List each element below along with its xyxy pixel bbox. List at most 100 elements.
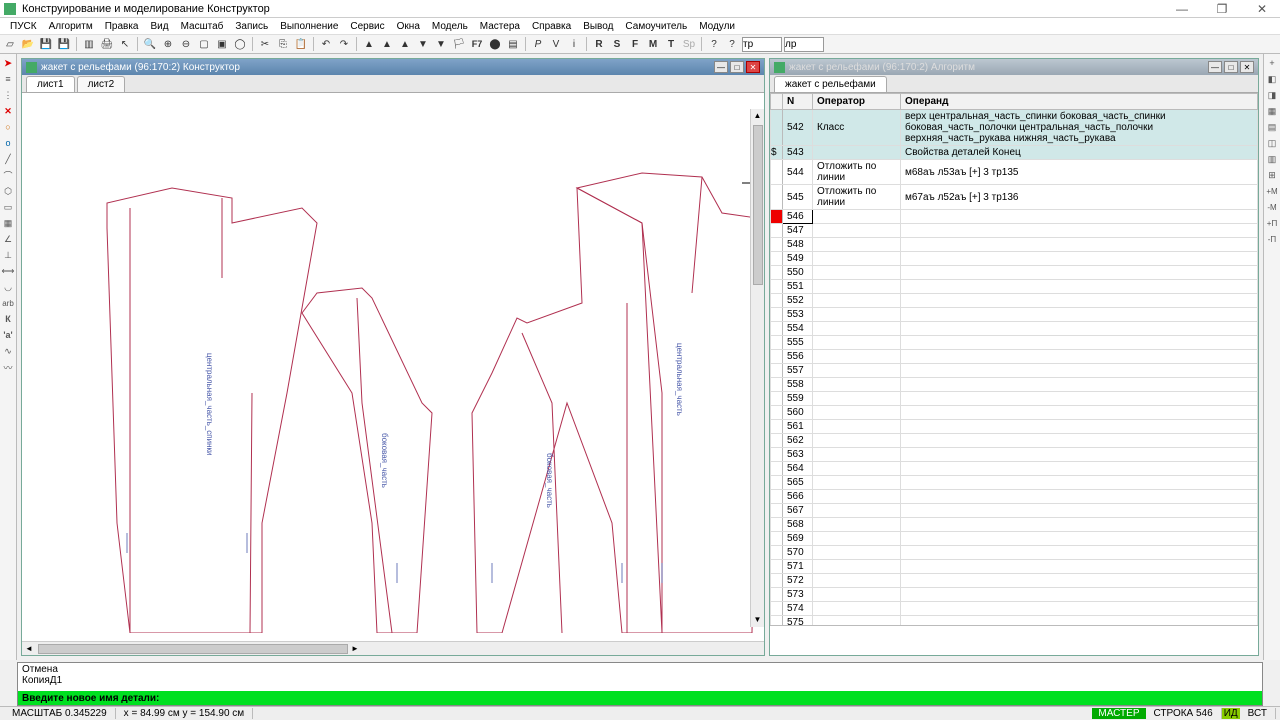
algo-tab[interactable]: жакет с рельефами [774,76,887,92]
table-row[interactable]: 546 [771,210,1258,224]
minimize-button[interactable]: — [1168,2,1196,16]
record-icon[interactable]: ⬤ [487,36,503,52]
table-row[interactable]: 559 [771,392,1258,406]
algorithm-titlebar[interactable]: жакет с рельефами (96:170:2) Алгоритм — … [770,59,1258,75]
table-row[interactable]: 553 [771,308,1258,322]
pointer-icon[interactable]: ↖ [117,36,133,52]
sp-button[interactable]: Sp [681,36,697,52]
menu-model[interactable]: Модель [426,21,474,32]
tool-angle-icon[interactable]: ∠ [1,232,15,246]
menu-scale[interactable]: Масштаб [175,21,230,32]
tool-wave-icon[interactable]: 〰 [1,360,15,374]
menu-view[interactable]: Вид [144,21,174,32]
algo-input-area[interactable] [770,625,1258,655]
horizontal-scrollbar[interactable] [22,641,764,655]
rtool-4-icon[interactable]: ▤ [1265,120,1279,134]
paste-icon[interactable]: 📋 [293,36,309,52]
table-row[interactable]: 566 [771,490,1258,504]
menu-execute[interactable]: Выполнение [274,21,344,32]
save2-icon[interactable]: 💾 [56,36,72,52]
f7-button[interactable]: F7 [469,36,485,52]
command-prompt[interactable]: Введите новое имя детали: [18,691,1262,705]
p-button[interactable]: P [530,36,546,52]
menu-record[interactable]: Запись [229,21,274,32]
zoom-window-icon[interactable]: ▣ [214,36,230,52]
rtool-2-icon[interactable]: ◨ [1265,88,1279,102]
tool-rect-icon[interactable]: ▭ [1,200,15,214]
menu-windows[interactable]: Окна [391,21,426,32]
tool-circle-icon[interactable]: ○ [1,120,15,134]
marker-icon[interactable]: ▲ [397,36,413,52]
table-row[interactable]: 560 [771,406,1258,420]
redo-icon[interactable]: ↷ [336,36,352,52]
print-preview-icon[interactable]: ▥ [81,36,97,52]
info-button[interactable]: i [566,36,582,52]
db-icon[interactable]: ▤ [505,36,521,52]
table-row[interactable]: 557 [771,364,1258,378]
table-row[interactable]: 556 [771,350,1258,364]
doc-maximize-button[interactable]: □ [730,61,744,73]
doc-minimize-button[interactable]: — [714,61,728,73]
copy-icon[interactable]: ⎘ [275,36,291,52]
menu-edit[interactable]: Правка [99,21,145,32]
algo-maximize-button[interactable]: □ [1224,61,1238,73]
table-row[interactable]: 574 [771,602,1258,616]
table-row[interactable]: 544Отложить по линиим68аъ л53аъ [+] 3 тр… [771,160,1258,185]
col-operand[interactable]: Операнд [901,94,1258,110]
zoom-in-icon[interactable]: ⊕ [160,36,176,52]
tool-shape-icon[interactable]: ⬡ [1,184,15,198]
rtool-m1-icon[interactable]: +M [1265,184,1279,198]
table-row[interactable]: 573 [771,588,1258,602]
tool-k-icon[interactable]: К [1,312,15,326]
tool-line-icon[interactable]: ╱ [1,152,15,166]
cut-icon[interactable]: ✂ [257,36,273,52]
table-row[interactable]: 564 [771,462,1258,476]
constructor-titlebar[interactable]: жакет с рельефами (96:170:2) Конструктор… [22,59,764,75]
table-row[interactable]: 554 [771,322,1258,336]
s-button[interactable]: S [609,36,625,52]
menu-tutorial[interactable]: Самоучитель [619,21,693,32]
flag-icon[interactable]: ▼ [433,36,449,52]
table-row[interactable]: 568 [771,518,1258,532]
f-button[interactable]: F [627,36,643,52]
step-down-icon[interactable]: ▼ [415,36,431,52]
menu-start[interactable]: ПУСК [4,21,43,32]
menu-output[interactable]: Вывод [577,21,619,32]
rtool-3-icon[interactable]: ▦ [1265,104,1279,118]
table-row[interactable]: 551 [771,280,1258,294]
table-row[interactable]: 563 [771,448,1258,462]
table-row[interactable]: 575 [771,616,1258,626]
col-operator[interactable]: Оператор [813,94,901,110]
table-row[interactable]: $543Свойства деталей Конец [771,146,1258,160]
table-row[interactable]: 555 [771,336,1258,350]
tool-hatch-icon[interactable]: ▦ [1,216,15,230]
table-row[interactable]: 565 [771,476,1258,490]
rtool-7-icon[interactable]: ⊞ [1265,168,1279,182]
tool-arc-icon[interactable]: ◡ [1,280,15,294]
table-row[interactable]: 562 [771,434,1258,448]
tool-arb-icon[interactable]: arb [1,296,15,310]
table-row[interactable]: 571 [771,560,1258,574]
zoom-fit-icon[interactable]: ▢ [196,36,212,52]
tool-grid-icon[interactable]: ⋮ [1,88,15,102]
rtool-n-icon[interactable]: +Π [1265,216,1279,230]
v-button[interactable]: V [548,36,564,52]
tool-a-icon[interactable]: 'а' [1,328,15,342]
help-icon[interactable]: ? [706,36,722,52]
rtool-plus-icon[interactable]: + [1265,56,1279,70]
close-button[interactable]: ✕ [1248,2,1276,16]
maximize-button[interactable]: ❐ [1208,2,1236,16]
table-row[interactable]: 552 [771,294,1258,308]
open-icon[interactable]: 📂 [20,36,36,52]
rtool-np-icon[interactable]: -Π [1265,232,1279,246]
algo-close-button[interactable]: ✕ [1240,61,1254,73]
table-row[interactable]: 550 [771,266,1258,280]
col-n[interactable]: N [783,94,813,110]
run-icon[interactable]: ▲ [361,36,377,52]
zoom-out-icon[interactable]: ⊖ [178,36,194,52]
step-up-icon[interactable]: ▲ [379,36,395,52]
tool-curve-icon[interactable]: ⌒ [1,168,15,182]
zoom-icon[interactable]: 🔍 [142,36,158,52]
tool-list-icon[interactable]: ≡ [1,72,15,86]
m-button[interactable]: M [645,36,661,52]
